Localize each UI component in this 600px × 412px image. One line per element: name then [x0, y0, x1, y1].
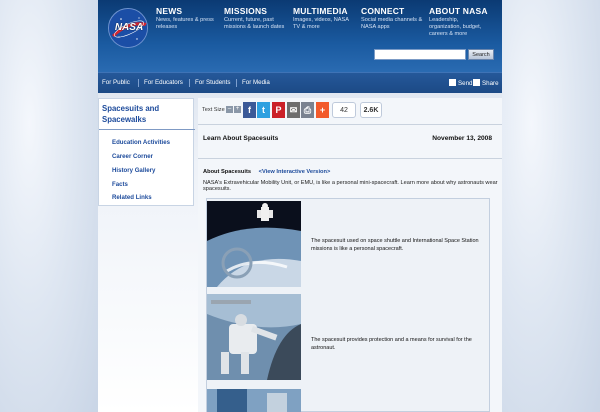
- subnav-for-media[interactable]: For Media: [242, 79, 270, 86]
- search-button[interactable]: Search: [468, 49, 494, 60]
- page-title: Learn About Spacesuits: [203, 135, 279, 142]
- about-description: NASA's Extravehicular Mobility Unit, or …: [203, 180, 498, 192]
- text-size-increase-button[interactable]: +: [234, 106, 241, 113]
- subnav-for-public[interactable]: For Public: [102, 79, 130, 86]
- email-glyph: ✉: [289, 105, 298, 115]
- add-glyph: +: [319, 105, 326, 115]
- nav-title: MISSIONS: [224, 6, 268, 16]
- facebook-glyph: f: [248, 105, 251, 115]
- gallery-image[interactable]: [207, 201, 301, 287]
- astronaut-spacewalk-photo: [207, 294, 301, 380]
- interactive-version-link[interactable]: <View Interactive Version>: [259, 169, 331, 175]
- subnav-divider: [189, 79, 190, 87]
- sidebar-item-related-links[interactable]: Related Links: [112, 194, 152, 201]
- logo-text: NASA: [114, 22, 144, 33]
- gallery-image[interactable]: [207, 389, 301, 412]
- nav-desc: Current, future, past missions & launch …: [224, 17, 285, 30]
- pinterest-glyph: P: [275, 105, 282, 115]
- nav-title: MULTIMEDIA: [293, 6, 348, 16]
- background-left: [0, 0, 98, 412]
- add-icon[interactable]: +: [316, 102, 329, 118]
- nav-title: ABOUT NASA: [429, 6, 488, 16]
- nav-about-nasa[interactable]: ABOUT NASA Leadership, organization, bud…: [429, 6, 491, 38]
- sidebar-item-facts[interactable]: Facts: [112, 181, 128, 188]
- subnav-for-students[interactable]: For Students: [195, 79, 230, 86]
- gallery-caption: The spacesuit used on space shuttle and …: [311, 238, 479, 252]
- nasa-logo[interactable]: NASA: [108, 8, 148, 48]
- site-container: NASA NEWS News, features & press release…: [98, 0, 502, 412]
- gallery-caption: The spacesuit provides protection and a …: [311, 337, 472, 351]
- sidebar-item-education-activities[interactable]: Education Activities: [112, 139, 170, 146]
- facebook-icon[interactable]: f: [243, 102, 256, 118]
- search-input[interactable]: [374, 49, 466, 60]
- toolbar-divider: [198, 124, 502, 125]
- sidebar-title[interactable]: Spacesuits and Spacewalks: [102, 103, 190, 125]
- nav-multimedia[interactable]: MULTIMEDIA Images, videos, NASA TV & mor…: [293, 6, 355, 31]
- subnav-divider: [236, 79, 237, 87]
- twitter-icon[interactable]: t: [257, 102, 270, 118]
- like-count: 42: [332, 102, 356, 118]
- nav-title: NEWS: [156, 6, 183, 16]
- send-label: Send: [458, 80, 473, 87]
- twitter-glyph: t: [262, 105, 265, 115]
- title-divider: [198, 158, 502, 159]
- text-size-decrease-button[interactable]: –: [226, 106, 233, 113]
- site-header: NASA NEWS News, features & press release…: [98, 0, 502, 72]
- image-gallery: The spacesuit used on space shuttle and …: [206, 198, 490, 412]
- subnav-divider: [138, 79, 139, 87]
- spacesuit-photo: [207, 389, 301, 412]
- share-count: 2.6K: [360, 102, 382, 118]
- text-size-label: Text Size: [202, 107, 225, 113]
- nav-desc: News, features & press releases: [156, 17, 214, 30]
- nav-title: CONNECT: [361, 6, 405, 16]
- sidebar-divider: [99, 129, 195, 130]
- pinterest-icon[interactable]: P: [272, 102, 285, 118]
- page-date: November 13, 2008: [432, 135, 492, 142]
- audience-nav: For Public For Educators For Students Fo…: [98, 72, 502, 93]
- astronaut-earth-photo: [207, 201, 301, 287]
- background-right: [502, 0, 600, 412]
- print-icon[interactable]: ⎙: [301, 102, 314, 118]
- about-label: About Spacesuits: [203, 169, 252, 175]
- main-content: Text Size – + f t P ✉ ⎙ + 42 2.6K Learn …: [198, 98, 502, 412]
- gallery-image[interactable]: [207, 294, 301, 380]
- nav-news[interactable]: NEWS News, features & press releases: [156, 6, 218, 31]
- nav-desc: Social media channels & NASA apps: [361, 17, 423, 30]
- nav-connect[interactable]: CONNECT Social media channels & NASA app…: [361, 6, 423, 31]
- share-link[interactable]: Share: [473, 79, 499, 87]
- about-row: About Spacesuits <View Interactive Versi…: [203, 169, 330, 175]
- share-icon: [473, 79, 480, 86]
- nav-missions[interactable]: MISSIONS Current, future, past missions …: [224, 6, 286, 31]
- send-link[interactable]: Send: [449, 79, 472, 87]
- nav-desc: Images, videos, NASA TV & more: [293, 17, 349, 30]
- print-glyph: ⎙: [303, 105, 312, 115]
- email-icon[interactable]: ✉: [287, 102, 300, 118]
- section-sidebar: Spacesuits and Spacewalks Education Acti…: [98, 98, 195, 206]
- subnav-for-educators[interactable]: For Educators: [144, 79, 183, 86]
- sidebar-item-career-corner[interactable]: Career Corner: [112, 153, 153, 160]
- share-label: Share: [482, 80, 499, 87]
- sidebar-item-history-gallery[interactable]: History Gallery: [112, 167, 155, 174]
- send-icon: [449, 79, 456, 86]
- nav-desc: Leadership, organization, budget, career…: [429, 17, 482, 37]
